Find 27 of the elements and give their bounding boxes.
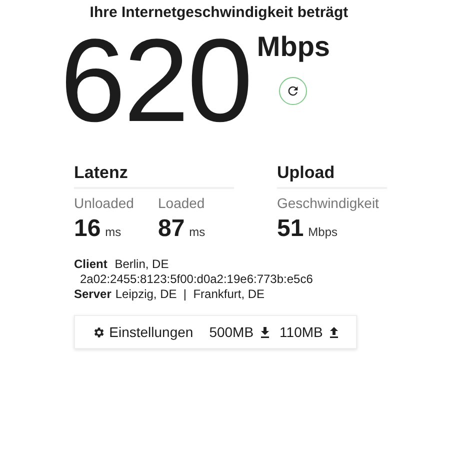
settings-icon (92, 326, 106, 338)
client-location: Berlin, DE (114, 257, 169, 271)
client-ip: 2a02:2455:8123:5f00:d0a2:19e6:773b:e5c6 (79, 272, 314, 287)
download-size: 500MB (209, 324, 254, 340)
client-label: Client (74, 257, 108, 271)
metric-label: Geschwindigkeit (277, 195, 380, 211)
metric-value: 16 (74, 215, 101, 242)
refresh-button[interactable] (279, 77, 308, 105)
download-icon (260, 326, 270, 338)
metric-label: Unloaded (74, 195, 135, 211)
upload-icon (328, 326, 339, 338)
metric-unit: ms (105, 225, 122, 239)
upload-size: 110MB (280, 324, 323, 340)
server-locations: Leipzig, DE | Frankfurt, DE (115, 287, 265, 301)
settings-button[interactable]: Einstellungen (92, 324, 194, 340)
metric-value: 51 (277, 215, 304, 242)
server-label: Server (74, 287, 112, 301)
metric-unit: Mbps (308, 225, 338, 239)
metric-unit: ms (189, 225, 206, 239)
section-heading: Latenz (74, 163, 234, 189)
speed-value: 620 (60, 21, 251, 149)
section-heading: Upload (277, 163, 387, 189)
speed-unit: Mbps (256, 31, 330, 63)
refresh-icon (286, 84, 300, 98)
speed-heading: Ihre Internetgeschwindigkeit beträgt (88, 4, 350, 21)
metric-label: Loaded (158, 195, 206, 211)
metric-value: 87 (158, 215, 185, 242)
